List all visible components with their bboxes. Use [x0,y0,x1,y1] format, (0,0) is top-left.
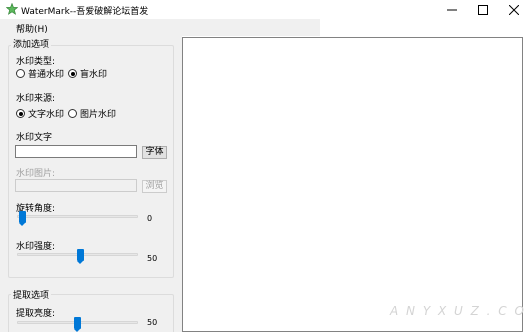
radio-text-watermark[interactable]: 文字水印 [16,107,64,120]
radio-blind-dot [68,69,77,78]
radio-normal-dot [16,69,25,78]
radio-normal-label: 普通水印 [28,70,65,80]
rotation-value: 0 [147,214,153,223]
watermark-image-label: 水印图片: [16,169,56,179]
maximize-button[interactable] [468,0,498,19]
rotation-slider-track[interactable] [17,215,138,218]
browse-button[interactable]: 浏览 [142,180,167,193]
font-button[interactable]: 字体 [142,146,167,159]
radio-image-label: 图片水印 [80,110,117,120]
site-watermark: A N Y X U Z . C O M [390,304,529,318]
watermark-type-label: 水印类型: [16,57,56,67]
minimize-button[interactable] [437,0,467,19]
window-title: WaterMark--吾爱破解论坛首发 [21,7,149,17]
watermark-source-label: 水印来源: [16,94,56,104]
radio-text-label: 文字水印 [28,110,65,120]
radio-text-dot [16,109,25,118]
radio-blind-label: 盲水印 [80,70,108,80]
menu-help[interactable]: 帮助(H) [16,22,48,35]
green-star-icon [5,2,19,15]
add-options-title: 添加选项 [11,37,52,50]
radio-image-watermark[interactable]: 图片水印 [68,107,116,120]
brightness-value: 50 [147,318,158,327]
watermark-text-input[interactable] [15,145,137,158]
watermark-text-label: 水印文字 [16,133,53,143]
strength-value: 50 [147,254,158,263]
radio-blind-watermark[interactable]: 盲水印 [68,67,107,80]
close-button[interactable] [499,0,529,19]
title-bar: WaterMark--吾爱破解论坛首发 [0,0,529,19]
strength-slider-thumb[interactable] [77,249,84,264]
extract-brightness-label: 提取亮度: [16,309,56,319]
extract-options-title: 提取选项 [11,288,52,301]
watermark-strength-label: 水印强度: [16,242,56,252]
radio-normal-watermark[interactable]: 普通水印 [16,67,64,80]
menu-bar: 帮助(H) [0,19,320,36]
rotation-slider-thumb[interactable] [19,211,26,226]
watermark-image-input[interactable] [15,179,137,192]
radio-image-dot [68,109,77,118]
brightness-slider-thumb[interactable] [74,317,81,332]
image-preview-area[interactable] [182,37,523,332]
